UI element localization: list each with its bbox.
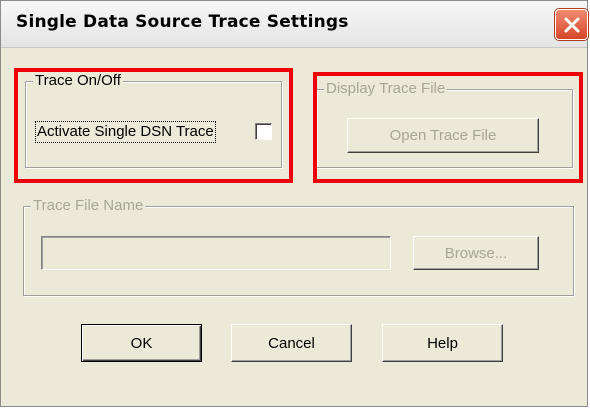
ok-button[interactable]: OK <box>81 324 202 362</box>
help-button[interactable]: Help <box>382 324 503 362</box>
window-title: Single Data Source Trace Settings <box>16 12 349 32</box>
highlight-display-trace <box>313 72 583 183</box>
title-bar[interactable]: Single Data Source Trace Settings <box>1 1 588 48</box>
trace-settings-dialog: Single Data Source Trace Settings Trace … <box>0 0 588 407</box>
browse-button[interactable]: Browse... <box>413 236 539 270</box>
trace-file-name-label: Trace File Name <box>31 197 146 215</box>
highlight-trace-onoff <box>14 68 293 183</box>
cancel-button[interactable]: Cancel <box>231 324 352 362</box>
close-button[interactable] <box>555 9 588 40</box>
trace-file-name-input[interactable] <box>41 236 391 270</box>
close-icon <box>564 17 579 32</box>
